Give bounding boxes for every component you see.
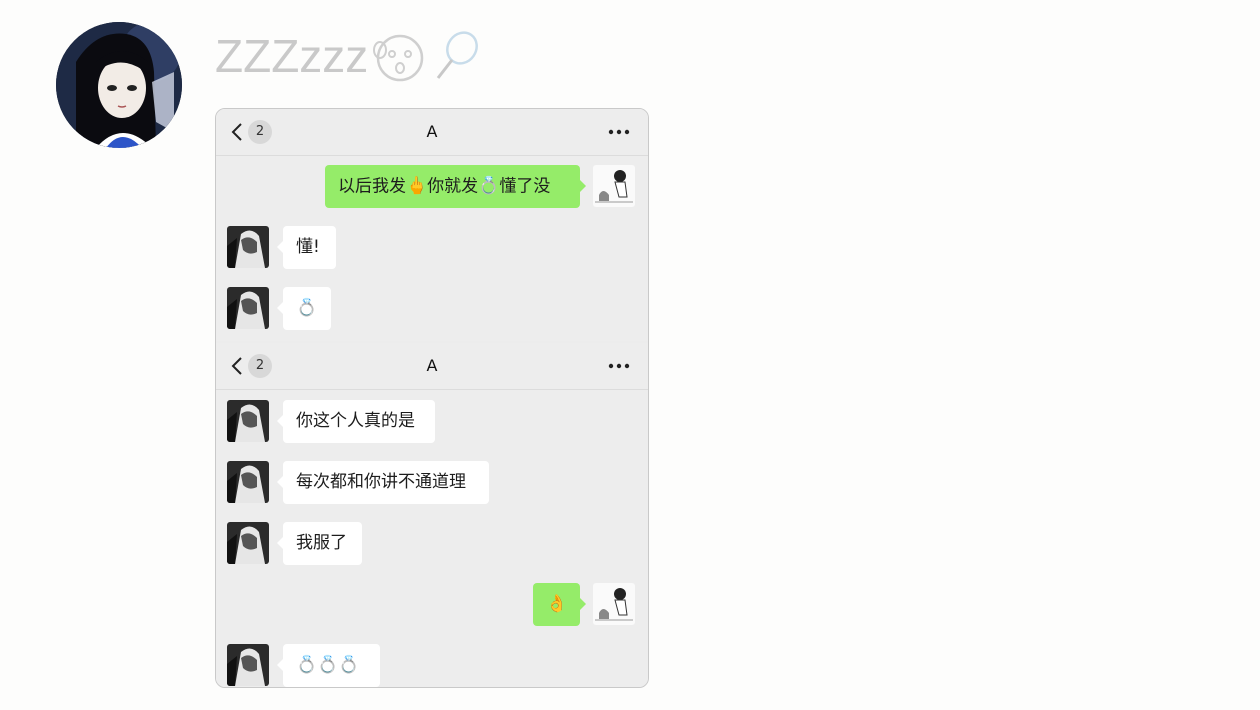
ok-hand-emoji: 👌: [546, 594, 568, 614]
message-text: 你就发: [427, 176, 479, 197]
chat-screen-1: 2 A 以后我发🖕你就发💍懂了没 懂! 💍: [216, 109, 648, 341]
message-text: 我服了: [296, 533, 347, 553]
message-bubble[interactable]: 懂!: [277, 226, 336, 269]
message-bubble[interactable]: 以后我发🖕你就发💍懂了没: [325, 165, 586, 208]
message-text: 你这个人真的是: [296, 411, 415, 431]
contact-avatar[interactable]: [227, 400, 269, 442]
contact-avatar[interactable]: [227, 522, 269, 564]
chat-screenshot-card[interactable]: 2 A 以后我发🖕你就发💍懂了没 懂! 💍 2 A 你这个人真的是 每次都和你讲…: [215, 108, 649, 688]
author-name-row[interactable]: ZZZzzz: [215, 26, 479, 86]
message-incoming: 💍💍💍: [216, 644, 648, 687]
chat-header: 2 A: [216, 343, 648, 390]
anime-girl-avatar-icon: [56, 22, 182, 148]
message-incoming: 每次都和你讲不通道理: [216, 461, 648, 505]
author-avatar[interactable]: [56, 22, 182, 148]
message-text: 懂了没: [499, 176, 551, 197]
chat-title: A: [426, 122, 438, 141]
author-name: ZZZzzz: [215, 30, 369, 82]
more-dots-icon[interactable]: [608, 363, 630, 369]
message-outgoing: 以后我发🖕你就发💍懂了没: [216, 165, 648, 209]
contact-avatar[interactable]: [227, 644, 269, 686]
chat-header: 2 A: [216, 109, 648, 156]
sleep-face-icon: [373, 34, 424, 82]
ring-emoji: 💍: [296, 298, 318, 318]
three-rings-emoji: 💍💍💍: [296, 655, 360, 675]
message-bubble[interactable]: 你这个人真的是: [277, 400, 435, 443]
chat-title: A: [426, 356, 438, 375]
message-text: 以后我发: [338, 176, 406, 197]
message-incoming: 懂!: [216, 226, 648, 270]
chat-screen-2: 2 A 你这个人真的是 每次都和你讲不通道理 我服了 👌 💍💍💍: [216, 343, 648, 687]
message-incoming: 我服了: [216, 522, 648, 566]
message-bubble[interactable]: 👌: [533, 583, 586, 626]
message-text: 懂!: [296, 237, 320, 257]
message-incoming: 💍: [216, 287, 648, 331]
message-incoming: 你这个人真的是: [216, 400, 648, 444]
my-avatar[interactable]: [593, 165, 635, 207]
middle-finger-emoji: 🖕: [406, 176, 428, 196]
my-avatar[interactable]: [593, 583, 635, 625]
contact-avatar[interactable]: [227, 461, 269, 503]
contact-avatar[interactable]: [227, 287, 269, 329]
message-bubble[interactable]: 💍💍💍: [277, 644, 380, 687]
contact-avatar[interactable]: [227, 226, 269, 268]
message-bubble[interactable]: 💍: [277, 287, 331, 330]
message-text: 每次都和你讲不通道理: [296, 472, 466, 492]
ring-emoji: 💍: [478, 176, 500, 196]
message-bubble[interactable]: 我服了: [277, 522, 362, 565]
message-outgoing: 👌: [216, 583, 648, 627]
more-dots-icon[interactable]: [608, 129, 630, 135]
message-bubble[interactable]: 每次都和你讲不通道理: [277, 461, 489, 504]
badminton-racket-icon: [437, 31, 479, 79]
